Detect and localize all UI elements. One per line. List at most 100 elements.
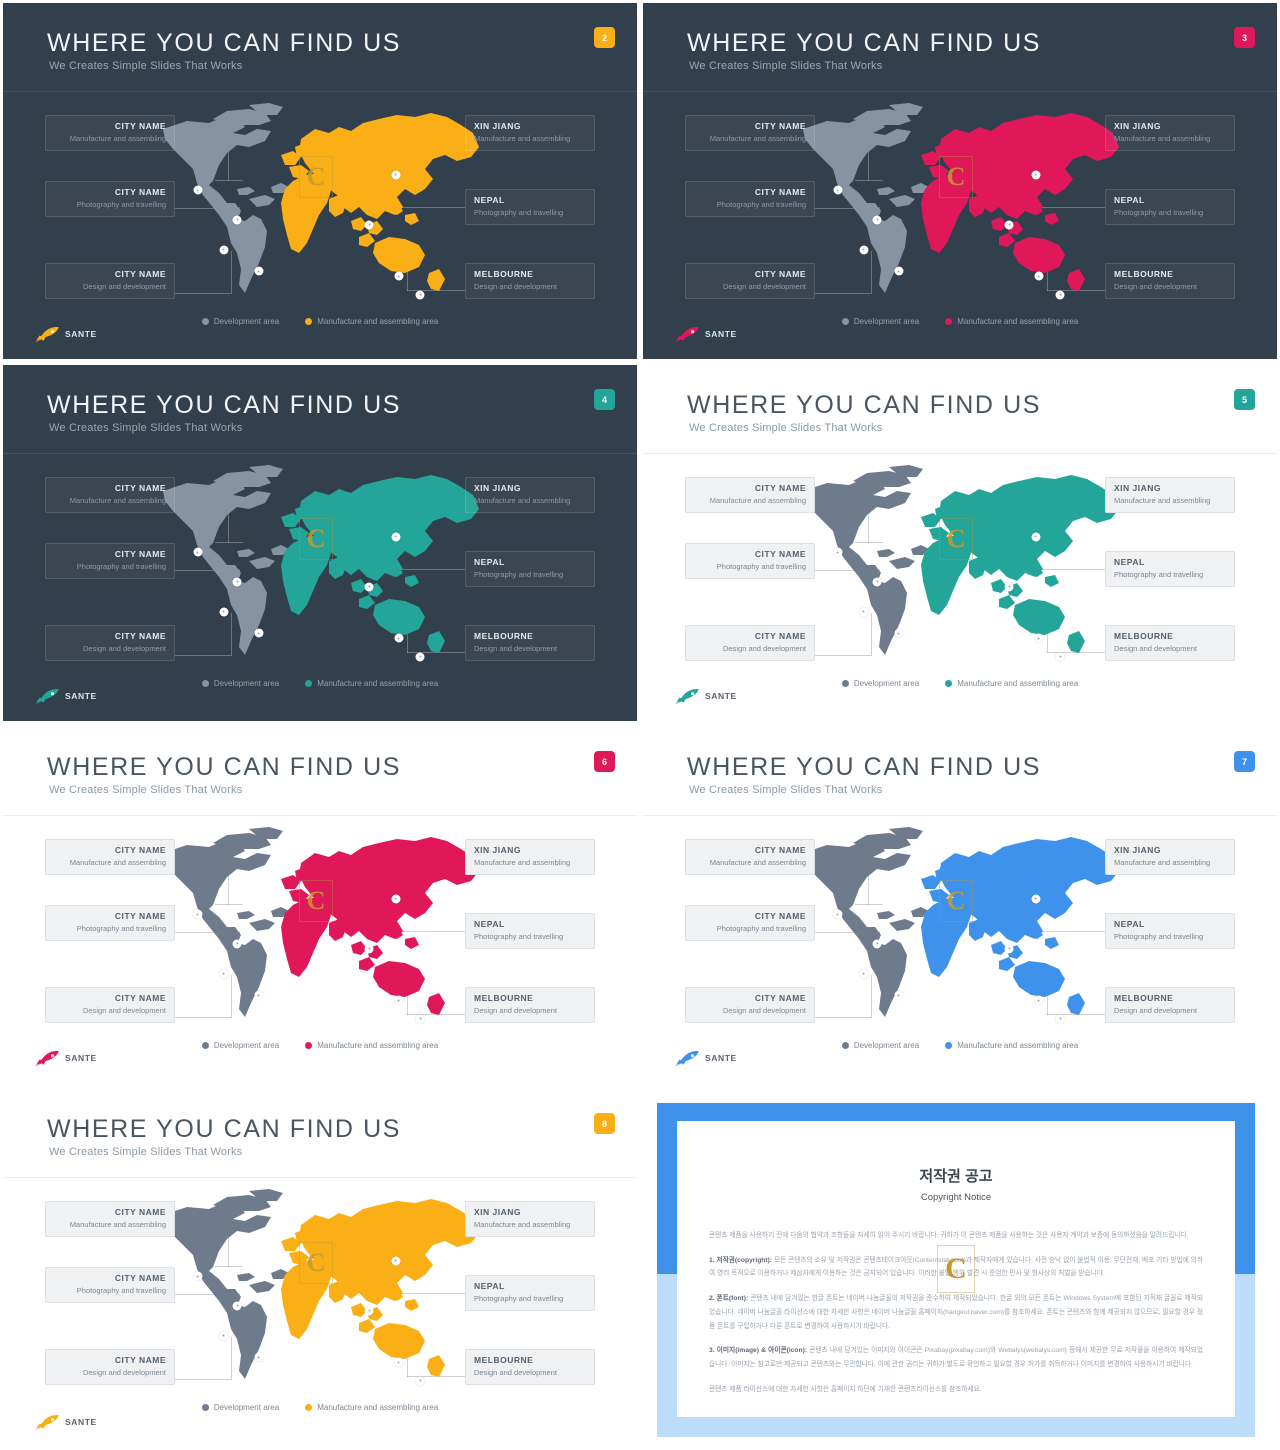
marker-south-america[interactable] (254, 990, 264, 1000)
marker-south-america[interactable] (254, 1352, 264, 1362)
label-right-2[interactable]: NEPAL Photography and travelling (1105, 551, 1235, 587)
label-left-3[interactable]: CITY NAME Design and development (685, 263, 815, 299)
marker-central-america[interactable] (219, 607, 229, 617)
marker-nepal[interactable] (364, 582, 374, 592)
marker-indonesia[interactable] (394, 271, 404, 281)
label-right-2[interactable]: NEPAL Photography and travelling (465, 189, 595, 225)
marker-xin-jiang[interactable] (1031, 532, 1041, 542)
label-right-3[interactable]: MELBOURNE Design and development (1105, 263, 1235, 299)
marker-melbourne[interactable] (415, 652, 425, 662)
label-left-1[interactable]: CITY NAME Manufacture and assembling (45, 1201, 175, 1237)
label-left-1[interactable]: CITY NAME Manufacture and assembling (45, 477, 175, 513)
slide-6[interactable]: WHERE YOU CAN FIND US We Creates Simple S… (0, 724, 640, 1086)
marker-xin-jiang[interactable] (391, 170, 401, 180)
label-left-1[interactable]: CITY NAME Manufacture and assembling (45, 115, 175, 151)
brand-logo[interactable]: SANTE (675, 325, 737, 343)
label-right-2[interactable]: NEPAL Photography and travelling (465, 551, 595, 587)
marker-indonesia[interactable] (1034, 995, 1044, 1005)
marker-xin-jiang[interactable] (1031, 894, 1041, 904)
label-left-3[interactable]: CITY NAME Design and development (45, 263, 175, 299)
slide-8[interactable]: WHERE YOU CAN FIND US We Creates Simple S… (0, 1086, 640, 1450)
marker-north-america[interactable] (833, 185, 843, 195)
label-right-2[interactable]: NEPAL Photography and travelling (1105, 189, 1235, 225)
marker-melbourne[interactable] (415, 290, 425, 300)
marker-south-america[interactable] (254, 628, 264, 638)
marker-indonesia[interactable] (1034, 271, 1044, 281)
label-right-2[interactable]: NEPAL Photography and travelling (1105, 913, 1235, 949)
label-right-1[interactable]: XIN JIANG Manufacture and assembling (1105, 839, 1235, 875)
marker-north-america[interactable] (193, 185, 203, 195)
slide-7[interactable]: WHERE YOU CAN FIND US We Creates Simple S… (640, 724, 1280, 1086)
label-left-2[interactable]: CITY NAME Photography and travelling (45, 905, 175, 941)
marker-nepal[interactable] (364, 944, 374, 954)
marker-south-america[interactable] (254, 266, 264, 276)
marker-central-america[interactable] (219, 969, 229, 979)
marker-indonesia[interactable] (1034, 633, 1044, 643)
label-left-1[interactable]: CITY NAME Manufacture and assembling (685, 839, 815, 875)
slide-3[interactable]: WHERE YOU CAN FIND US We Creates Simple S… (640, 0, 1280, 362)
marker-north-america[interactable] (833, 909, 843, 919)
label-right-3[interactable]: MELBOURNE Design and development (465, 625, 595, 661)
marker-north-america[interactable] (193, 909, 203, 919)
label-left-1[interactable]: CITY NAME Manufacture and assembling (685, 477, 815, 513)
brand-logo[interactable]: SANTE (35, 325, 97, 343)
slide-4[interactable]: WHERE YOU CAN FIND US We Creates Simple S… (0, 362, 640, 724)
label-left-2[interactable]: CITY NAME Photography and travelling (45, 1267, 175, 1303)
marker-nepal[interactable] (1004, 582, 1014, 592)
marker-north-america[interactable] (833, 547, 843, 557)
marker-melbourne[interactable] (1055, 290, 1065, 300)
label-right-3[interactable]: MELBOURNE Design and development (465, 1349, 595, 1385)
slide-5[interactable]: WHERE YOU CAN FIND US We Creates Simple S… (640, 362, 1280, 724)
label-right-1[interactable]: XIN JIANG Manufacture and assembling (1105, 477, 1235, 513)
label-right-1[interactable]: XIN JIANG Manufacture and assembling (1105, 115, 1235, 151)
marker-nepal[interactable] (364, 1306, 374, 1316)
marker-melbourne[interactable] (415, 1376, 425, 1386)
marker-nepal[interactable] (364, 220, 374, 230)
marker-south-america[interactable] (894, 990, 904, 1000)
brand-logo[interactable]: SANTE (675, 687, 737, 705)
marker-usa-east[interactable] (232, 1301, 242, 1311)
label-left-1[interactable]: CITY NAME Manufacture and assembling (45, 839, 175, 875)
brand-logo[interactable]: SANTE (35, 687, 97, 705)
label-right-1[interactable]: XIN JIANG Manufacture and assembling (465, 839, 595, 875)
marker-south-america[interactable] (894, 628, 904, 638)
label-left-2[interactable]: CITY NAME Photography and travelling (685, 905, 815, 941)
label-left-3[interactable]: CITY NAME Design and development (685, 987, 815, 1023)
marker-indonesia[interactable] (394, 633, 404, 643)
label-left-2[interactable]: CITY NAME Photography and travelling (45, 543, 175, 579)
slide-2[interactable]: WHERE YOU CAN FIND US We Creates Simple S… (0, 0, 640, 362)
marker-xin-jiang[interactable] (391, 1256, 401, 1266)
label-left-1[interactable]: CITY NAME Manufacture and assembling (685, 115, 815, 151)
marker-melbourne[interactable] (1055, 1014, 1065, 1024)
label-right-1[interactable]: XIN JIANG Manufacture and assembling (465, 115, 595, 151)
brand-logo[interactable]: SANTE (35, 1413, 97, 1431)
label-right-2[interactable]: NEPAL Photography and travelling (465, 1275, 595, 1311)
brand-logo[interactable]: SANTE (35, 1049, 97, 1067)
label-right-3[interactable]: MELBOURNE Design and development (1105, 625, 1235, 661)
marker-usa-east[interactable] (232, 215, 242, 225)
marker-usa-east[interactable] (872, 939, 882, 949)
label-left-3[interactable]: CITY NAME Design and development (45, 625, 175, 661)
brand-logo[interactable]: SANTE (675, 1049, 737, 1067)
marker-north-america[interactable] (193, 547, 203, 557)
label-left-2[interactable]: CITY NAME Photography and travelling (45, 181, 175, 217)
marker-south-america[interactable] (894, 266, 904, 276)
label-right-2[interactable]: NEPAL Photography and travelling (465, 913, 595, 949)
label-left-3[interactable]: CITY NAME Design and development (685, 625, 815, 661)
marker-xin-jiang[interactable] (1031, 170, 1041, 180)
label-left-3[interactable]: CITY NAME Design and development (45, 987, 175, 1023)
marker-central-america[interactable] (219, 245, 229, 255)
label-left-3[interactable]: CITY NAME Design and development (45, 1349, 175, 1385)
label-left-2[interactable]: CITY NAME Photography and travelling (685, 543, 815, 579)
marker-melbourne[interactable] (415, 1014, 425, 1024)
label-right-3[interactable]: MELBOURNE Design and development (465, 263, 595, 299)
marker-nepal[interactable] (1004, 944, 1014, 954)
marker-usa-east[interactable] (872, 215, 882, 225)
label-right-3[interactable]: MELBOURNE Design and development (1105, 987, 1235, 1023)
label-left-2[interactable]: CITY NAME Photography and travelling (685, 181, 815, 217)
label-right-3[interactable]: MELBOURNE Design and development (465, 987, 595, 1023)
marker-central-america[interactable] (859, 969, 869, 979)
marker-usa-east[interactable] (232, 577, 242, 587)
marker-usa-east[interactable] (872, 577, 882, 587)
label-right-1[interactable]: XIN JIANG Manufacture and assembling (465, 1201, 595, 1237)
